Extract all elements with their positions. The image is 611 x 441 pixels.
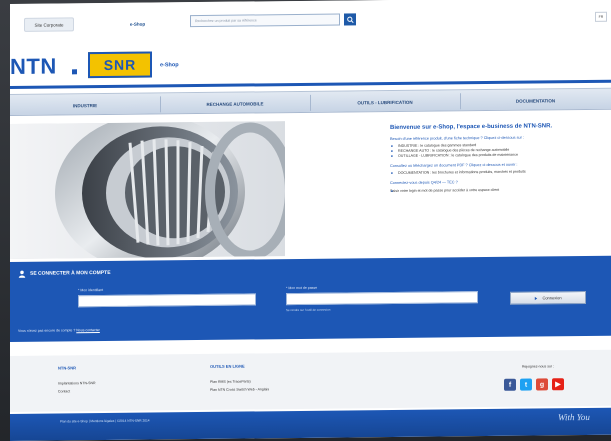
search-input[interactable]: Recherchez un produit par sa référence <box>190 13 340 28</box>
footer-heading-outils: OUTILS EN LIGNE <box>210 363 245 369</box>
nav-item-industrie[interactable]: INDUSTRIE <box>10 93 160 117</box>
footer-link-plan-rms[interactable]: Plan RMS (ex TraceParts) <box>210 379 251 383</box>
intro-paragraph: Connectez-vous depuis Q4/24 — TEC ? <box>390 180 458 186</box>
browser-screen: Site Corporate e-Shop Recherchez un prod… <box>10 0 611 441</box>
main-nav: INDUSTRIE RECHANGE AUTOMOBILE OUTILS - L… <box>10 87 611 117</box>
arrow-right-icon <box>535 296 538 300</box>
no-account-text: Vous n'avez pas encore de compte ? Nous … <box>18 328 100 333</box>
social-box: Rejoignez-nous sur : f t g ▶ <box>498 364 578 401</box>
username-label: * Mon identifiant <box>78 288 104 293</box>
password-input[interactable] <box>286 291 478 306</box>
intro-note: Saisir votre login et mot de passe pour … <box>390 186 610 193</box>
tab-site-corporate[interactable]: Site Corporate <box>24 17 74 32</box>
no-account-prefix: Vous n'avez pas encore de compte ? <box>18 328 76 333</box>
search-icon <box>346 16 354 23</box>
nav-item-outils-lubrification[interactable]: OUTILS - LUBRIFICATION <box>310 90 460 114</box>
login-title: SE CONNECTER À MON COMPTE <box>18 269 111 278</box>
twitter-icon[interactable]: t <box>520 378 532 391</box>
youtube-icon[interactable]: ▶ <box>552 378 564 391</box>
intro-paragraph: Consultez ou téléchargez un document PDF… <box>390 162 518 169</box>
password-hint: Se rendre sur l'outil de connexion <box>286 307 331 313</box>
footer-link-contact[interactable]: Contact <box>58 389 70 393</box>
eshop-logo-text: e-Shop <box>160 62 179 69</box>
user-icon <box>18 270 26 278</box>
intro-panel: Bienvenue sur e-Shop, l'espace e-busines… <box>390 123 610 194</box>
contact-link[interactable]: Nous contacter <box>76 328 100 332</box>
search-button[interactable] <box>344 13 356 26</box>
intro-paragraph: Besoin d'une référence produit, d'une fi… <box>390 135 524 142</box>
password-label: * Mon mot de passe <box>286 285 318 291</box>
with-you-tagline: With You <box>558 411 590 423</box>
brand-divider <box>10 79 611 89</box>
footer-heading-ntn-snr: NTN-SNR <box>58 365 76 371</box>
hero-bearing-image <box>10 121 285 259</box>
snr-logo[interactable]: SNR <box>88 51 152 79</box>
bottom-bar <box>10 407 611 441</box>
ntn-logo-mark <box>72 69 77 75</box>
footer-link-cross-switch[interactable]: Plan NTN Cross Switch Web - Anglais <box>210 387 269 392</box>
nav-item-rechange-automobile[interactable]: RECHANGE AUTOMOBILE <box>160 92 310 116</box>
google-plus-icon[interactable]: g <box>536 378 548 391</box>
snr-logo-text: SNR <box>103 56 137 74</box>
login-title-text: SE CONNECTER À MON COMPTE <box>30 269 111 277</box>
social-label: Rejoignez-nous sur : <box>521 364 555 369</box>
language-selector[interactable]: FR <box>595 11 607 22</box>
brand-header: NTN SNR e-Shop <box>10 42 611 90</box>
footer-link-implantations[interactable]: Implantations NTN-SNR <box>58 381 96 385</box>
facebook-icon[interactable]: f <box>504 378 516 391</box>
top-bar: Site Corporate e-Shop Recherchez un prod… <box>10 0 611 47</box>
bearing-illustration <box>10 121 285 259</box>
tab-eshop[interactable]: e-Shop <box>110 16 165 31</box>
monitor-frame: Site Corporate e-Shop Recherchez un prod… <box>0 0 611 441</box>
username-input[interactable] <box>78 293 256 308</box>
intro-title: Bienvenue sur e-Shop, l'espace e-busines… <box>390 123 553 132</box>
ntn-logo[interactable]: NTN <box>10 54 57 80</box>
login-button[interactable]: Connexion <box>510 290 586 305</box>
nav-item-documentation[interactable]: DOCUMENTATION <box>460 89 611 113</box>
login-button-label: Connexion <box>542 295 562 301</box>
